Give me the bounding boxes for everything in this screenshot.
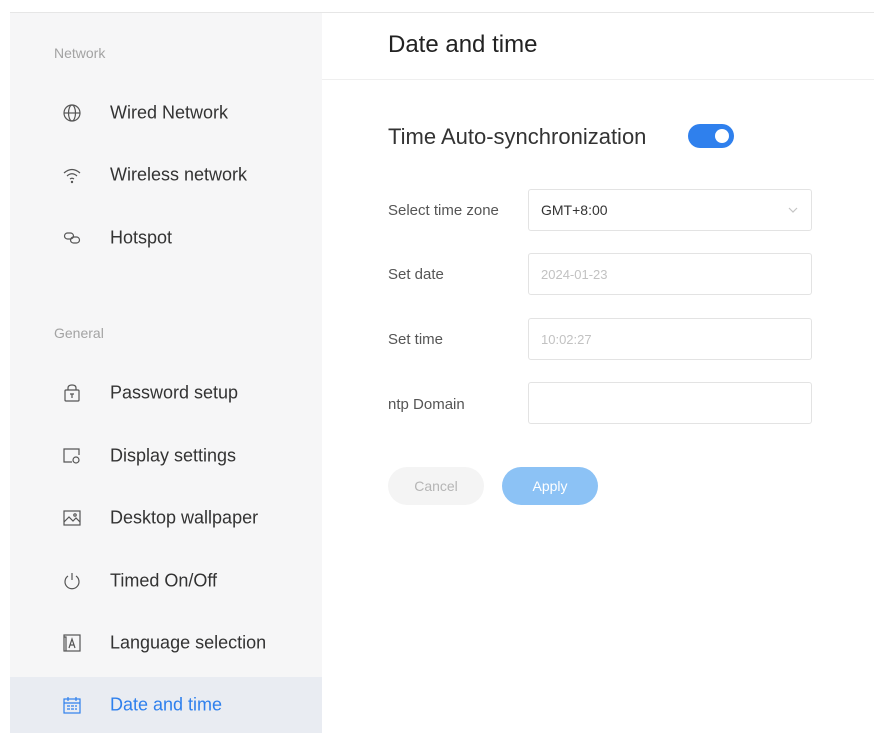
ntp-domain-label: ntp Domain	[388, 396, 465, 413]
sidebar-item-label: Wireless network	[110, 164, 248, 185]
time-label: Set time	[388, 331, 444, 348]
image-icon	[62, 508, 82, 528]
section-label-network: Network	[54, 45, 106, 61]
sidebar-item-timed-on-off[interactable]: Timed On/Off	[10, 553, 322, 609]
apply-button[interactable]: Apply	[502, 467, 598, 505]
sidebar-item-label: Date and time	[110, 694, 223, 715]
time-value: 10:02:27	[541, 332, 592, 347]
sidebar-item-desktop-wallpaper[interactable]: Desktop wallpaper	[10, 490, 322, 546]
sidebar-item-language-selection[interactable]: Language selection	[10, 615, 322, 671]
sidebar-item-wired-network[interactable]: Wired Network	[10, 85, 322, 141]
sidebar-item-date-and-time[interactable]: Date and time	[10, 677, 322, 733]
section-label-general: General	[54, 325, 104, 341]
timezone-label: Select time zone	[388, 202, 499, 219]
ntp-domain-input[interactable]	[528, 382, 812, 424]
globe-icon	[62, 103, 82, 123]
auto-sync-label: Time Auto-synchronization	[388, 124, 647, 149]
main-header: Date and time	[322, 13, 874, 80]
toggle-knob	[715, 129, 729, 143]
sidebar-item-label: Language selection	[110, 632, 267, 653]
cancel-button[interactable]: Cancel	[388, 467, 484, 505]
calendar-icon	[62, 695, 82, 715]
sidebar-item-wireless-network[interactable]: Wireless network	[10, 147, 322, 203]
hotspot-icon	[62, 228, 82, 248]
wifi-icon	[62, 165, 82, 185]
date-field[interactable]: 2024-01-23	[528, 253, 812, 295]
lock-icon	[62, 383, 82, 403]
sidebar: Network Wired Network Wireless network H…	[10, 13, 322, 733]
sidebar-item-label: Hotspot	[110, 227, 173, 248]
timezone-value: GMT+8:00	[541, 202, 608, 218]
chevron-down-icon	[787, 203, 799, 215]
sidebar-item-label: Desktop wallpaper	[110, 507, 259, 528]
sidebar-item-label: Display settings	[110, 445, 237, 466]
power-icon	[62, 571, 82, 591]
date-value: 2024-01-23	[541, 267, 608, 282]
language-icon	[62, 633, 82, 653]
sidebar-item-display-settings[interactable]: Display settings	[10, 428, 322, 484]
date-label: Set date	[388, 266, 444, 283]
timezone-select[interactable]: GMT+8:00	[528, 189, 812, 231]
sidebar-item-password-setup[interactable]: Password setup	[10, 365, 322, 421]
sidebar-item-label: Timed On/Off	[110, 570, 218, 591]
auto-sync-toggle[interactable]	[688, 124, 734, 148]
time-field[interactable]: 10:02:27	[528, 318, 812, 360]
page-title: Date and time	[388, 31, 538, 58]
sidebar-item-hotspot[interactable]: Hotspot	[10, 210, 322, 266]
display-icon	[62, 446, 82, 466]
sidebar-item-label: Password setup	[110, 382, 239, 403]
sidebar-item-label: Wired Network	[110, 102, 229, 123]
